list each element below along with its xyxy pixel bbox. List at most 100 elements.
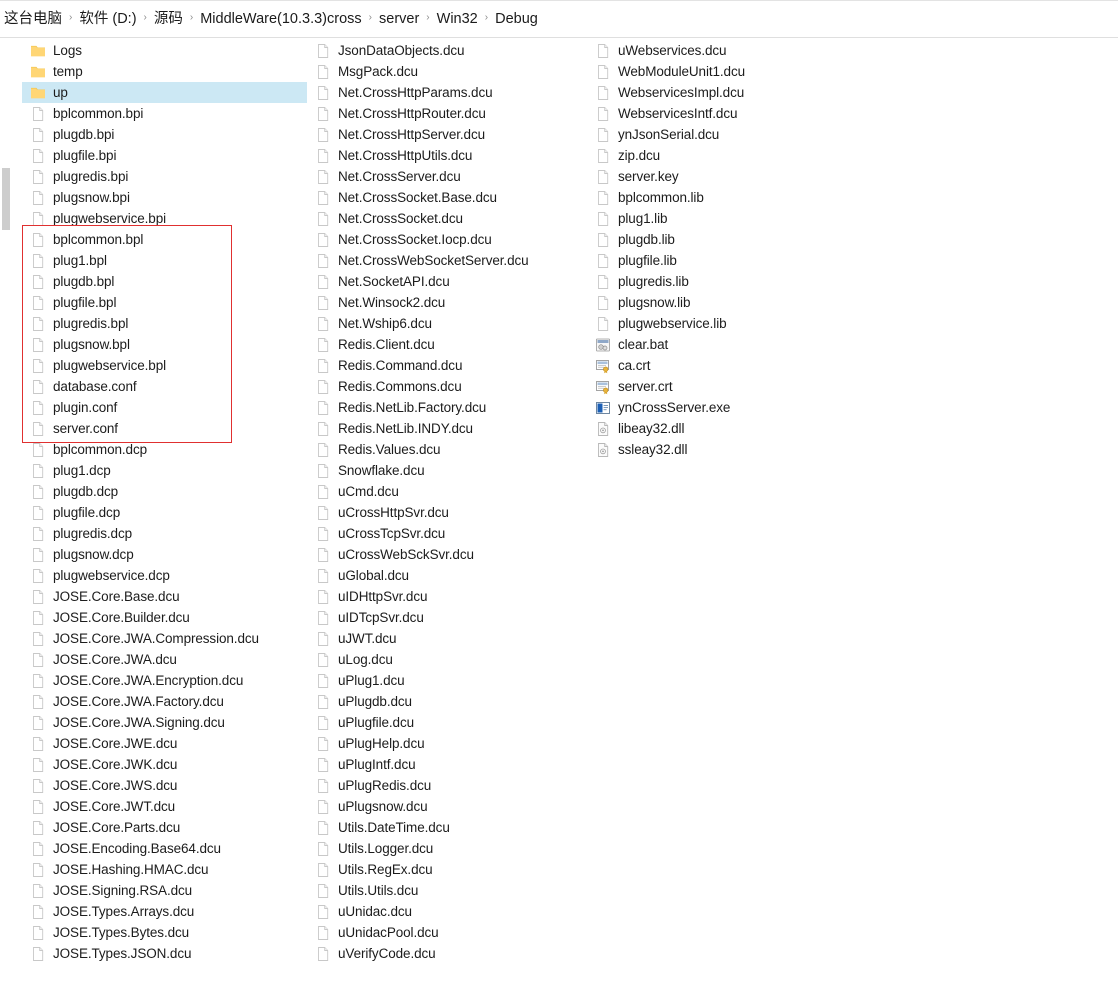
file-row[interactable]: uIDTcpSvr.dcu (307, 607, 592, 628)
file-row[interactable]: JOSE.Core.JWT.dcu (22, 796, 307, 817)
file-row[interactable]: JOSE.Core.Builder.dcu (22, 607, 307, 628)
file-row[interactable]: Net.CrossWebSocketServer.dcu (307, 250, 592, 271)
file-row[interactable]: libeay32.dll (587, 418, 872, 439)
file-row[interactable]: Net.CrossSocket.Base.dcu (307, 187, 592, 208)
file-row[interactable]: ynCrossServer.exe (587, 397, 872, 418)
file-row[interactable]: JOSE.Signing.RSA.dcu (22, 880, 307, 901)
file-row[interactable]: Redis.Client.dcu (307, 334, 592, 355)
file-row[interactable]: plugfile.bpi (22, 145, 307, 166)
file-row[interactable]: WebservicesIntf.dcu (587, 103, 872, 124)
file-row[interactable]: plugwebservice.bpi (22, 208, 307, 229)
file-row[interactable]: Net.CrossHttpUtils.dcu (307, 145, 592, 166)
file-row[interactable]: plugdb.bpl (22, 271, 307, 292)
file-row[interactable]: server.crt (587, 376, 872, 397)
file-row[interactable]: uPlugHelp.dcu (307, 733, 592, 754)
file-row[interactable]: uJWT.dcu (307, 628, 592, 649)
file-row[interactable]: uPlug1.dcu (307, 670, 592, 691)
file-row[interactable]: Net.CrossSocket.dcu (307, 208, 592, 229)
file-row[interactable]: uPlugsnow.dcu (307, 796, 592, 817)
file-row[interactable]: JOSE.Core.Base.dcu (22, 586, 307, 607)
file-row[interactable]: plug1.bpl (22, 250, 307, 271)
file-row[interactable]: plugfile.lib (587, 250, 872, 271)
file-row[interactable]: uLog.dcu (307, 649, 592, 670)
file-row[interactable]: plugredis.lib (587, 271, 872, 292)
file-row[interactable]: WebservicesImpl.dcu (587, 82, 872, 103)
file-row[interactable]: uPlugIntf.dcu (307, 754, 592, 775)
file-row[interactable]: uVerifyCode.dcu (307, 943, 592, 964)
file-row[interactable]: Redis.Command.dcu (307, 355, 592, 376)
breadcrumb-item-3[interactable]: MiddleWare(10.3.3)cross (196, 1, 365, 37)
file-row[interactable]: uWebservices.dcu (587, 40, 872, 61)
file-row[interactable]: uCrossWebSckSvr.dcu (307, 544, 592, 565)
file-row[interactable]: bplcommon.bpi (22, 103, 307, 124)
file-row[interactable]: WebModuleUnit1.dcu (587, 61, 872, 82)
file-row[interactable]: plugfile.dcp (22, 502, 307, 523)
file-row[interactable]: plugin.conf (22, 397, 307, 418)
file-row[interactable]: JOSE.Types.Arrays.dcu (22, 901, 307, 922)
file-row[interactable]: Logs (22, 40, 307, 61)
file-row[interactable]: Redis.NetLib.Factory.dcu (307, 397, 592, 418)
file-row[interactable]: uPlugdb.dcu (307, 691, 592, 712)
breadcrumb-item-1[interactable]: 软件 (D:) (75, 1, 140, 37)
file-row[interactable]: plugdb.dcp (22, 481, 307, 502)
file-row[interactable]: uPlugfile.dcu (307, 712, 592, 733)
breadcrumb-item-0[interactable]: 这台电脑 (0, 1, 66, 37)
file-row[interactable]: MsgPack.dcu (307, 61, 592, 82)
file-row[interactable]: plugwebservice.lib (587, 313, 872, 334)
file-row[interactable]: JOSE.Encoding.Base64.dcu (22, 838, 307, 859)
file-row[interactable]: plugwebservice.bpl (22, 355, 307, 376)
file-row[interactable]: plugredis.bpl (22, 313, 307, 334)
file-row[interactable]: plugdb.bpi (22, 124, 307, 145)
file-row[interactable]: plugsnow.lib (587, 292, 872, 313)
file-row[interactable]: JOSE.Core.JWE.dcu (22, 733, 307, 754)
file-row[interactable]: uUnidac.dcu (307, 901, 592, 922)
file-row[interactable]: plugsnow.bpl (22, 334, 307, 355)
breadcrumb-item-4[interactable]: server (375, 1, 423, 37)
file-row[interactable]: clear.bat (587, 334, 872, 355)
file-row[interactable]: ynJsonSerial.dcu (587, 124, 872, 145)
file-row[interactable]: plugfile.bpl (22, 292, 307, 313)
file-row[interactable]: Utils.DateTime.dcu (307, 817, 592, 838)
file-row[interactable]: JOSE.Core.JWA.dcu (22, 649, 307, 670)
file-row[interactable]: Net.CrossServer.dcu (307, 166, 592, 187)
file-row[interactable]: uCmd.dcu (307, 481, 592, 502)
file-row[interactable]: plugredis.dcp (22, 523, 307, 544)
file-row[interactable]: bplcommon.lib (587, 187, 872, 208)
file-row[interactable]: Net.SocketAPI.dcu (307, 271, 592, 292)
file-row[interactable]: uIDHttpSvr.dcu (307, 586, 592, 607)
file-row[interactable]: JOSE.Core.JWA.Signing.dcu (22, 712, 307, 733)
file-row[interactable]: Net.CrossHttpServer.dcu (307, 124, 592, 145)
file-row[interactable]: Redis.Values.dcu (307, 439, 592, 460)
file-row[interactable]: Redis.Commons.dcu (307, 376, 592, 397)
file-row[interactable]: Net.CrossHttpRouter.dcu (307, 103, 592, 124)
file-row[interactable]: JOSE.Types.Bytes.dcu (22, 922, 307, 943)
file-row[interactable]: Snowflake.dcu (307, 460, 592, 481)
file-row[interactable]: uCrossHttpSvr.dcu (307, 502, 592, 523)
file-row[interactable]: JOSE.Hashing.HMAC.dcu (22, 859, 307, 880)
file-row[interactable]: plugdb.lib (587, 229, 872, 250)
file-row[interactable]: Utils.Utils.dcu (307, 880, 592, 901)
file-row[interactable]: ssleay32.dll (587, 439, 872, 460)
file-row[interactable]: JOSE.Core.JWA.Factory.dcu (22, 691, 307, 712)
file-row[interactable]: uPlugRedis.dcu (307, 775, 592, 796)
file-row[interactable]: uUnidacPool.dcu (307, 922, 592, 943)
file-row[interactable]: JOSE.Types.JSON.dcu (22, 943, 307, 964)
file-row[interactable]: Utils.Logger.dcu (307, 838, 592, 859)
file-row[interactable]: plug1.dcp (22, 460, 307, 481)
file-row[interactable]: Net.Wship6.dcu (307, 313, 592, 334)
breadcrumb-item-6[interactable]: Debug (491, 1, 542, 37)
file-row[interactable]: JOSE.Core.JWA.Encryption.dcu (22, 670, 307, 691)
file-row[interactable]: plugwebservice.dcp (22, 565, 307, 586)
file-row[interactable]: bplcommon.bpl (22, 229, 307, 250)
file-row[interactable]: bplcommon.dcp (22, 439, 307, 460)
file-row[interactable]: Net.CrossSocket.Iocp.dcu (307, 229, 592, 250)
file-row[interactable]: database.conf (22, 376, 307, 397)
file-row[interactable]: ca.crt (587, 355, 872, 376)
file-row[interactable]: uCrossTcpSvr.dcu (307, 523, 592, 544)
file-row[interactable]: Redis.NetLib.INDY.dcu (307, 418, 592, 439)
file-row[interactable]: plugsnow.dcp (22, 544, 307, 565)
breadcrumb-item-5[interactable]: Win32 (433, 1, 482, 37)
file-row[interactable]: Utils.RegEx.dcu (307, 859, 592, 880)
file-row[interactable]: plugsnow.bpi (22, 187, 307, 208)
file-row[interactable]: JOSE.Core.JWA.Compression.dcu (22, 628, 307, 649)
